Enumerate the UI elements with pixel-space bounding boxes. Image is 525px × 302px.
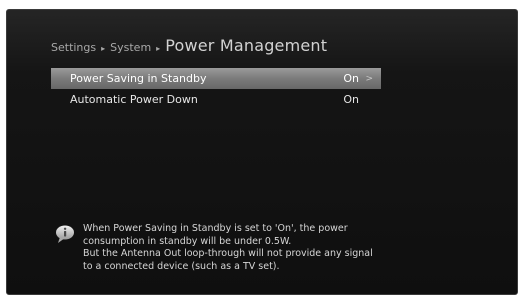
help-line: But the Antenna Out loop-through will no… bbox=[83, 248, 373, 259]
breadcrumb: Settings ▸ System ▸ Power Management bbox=[51, 36, 327, 58]
breadcrumb-separator-icon: ▸ bbox=[156, 44, 161, 53]
info-speech-icon bbox=[56, 225, 74, 243]
chevron-right-icon: > bbox=[365, 73, 373, 84]
tv-screen: Settings ▸ System ▸ Power Management Pow… bbox=[6, 9, 518, 295]
breadcrumb-system[interactable]: System bbox=[110, 41, 151, 54]
breadcrumb-separator-icon: ▸ bbox=[101, 44, 106, 53]
menu-item-value: On bbox=[343, 93, 359, 106]
breadcrumb-settings[interactable]: Settings bbox=[51, 41, 96, 54]
help-text: When Power Saving in Standby is set to '… bbox=[83, 223, 373, 273]
help-line: to a connected device (such as a TV set)… bbox=[83, 260, 280, 272]
help-panel: When Power Saving in Standby is set to '… bbox=[55, 223, 475, 273]
help-line: When Power Saving in Standby is set to '… bbox=[83, 223, 348, 234]
menu-item-automatic-power-down[interactable]: Automatic Power Down On bbox=[51, 89, 381, 110]
menu-item-label: Automatic Power Down bbox=[70, 93, 198, 106]
page-title: Power Management bbox=[165, 36, 328, 55]
menu-item-power-saving-standby[interactable]: Power Saving in Standby On > bbox=[51, 68, 381, 89]
settings-menu: Power Saving in Standby On > Automatic P… bbox=[51, 68, 381, 110]
help-line: consumption in standby will be under 0.5… bbox=[83, 235, 292, 247]
menu-item-label: Power Saving in Standby bbox=[70, 72, 207, 85]
menu-item-value: On bbox=[343, 72, 359, 85]
